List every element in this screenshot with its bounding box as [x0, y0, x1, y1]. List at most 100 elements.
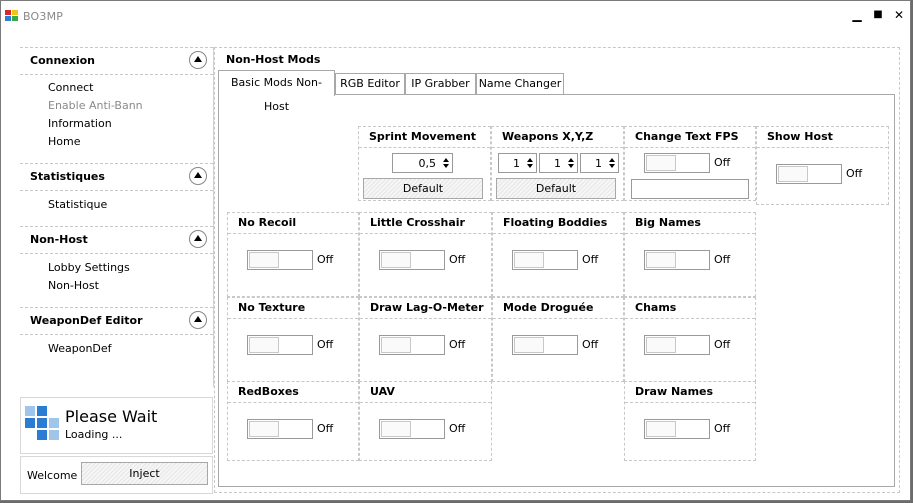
- chams-toggle[interactable]: [644, 335, 710, 355]
- section-connexion[interactable]: Connexion: [20, 47, 213, 75]
- tab-page-basic-mods: Sprint Movement 0,5 Default Weapons X,Y,…: [218, 94, 895, 487]
- collapse-icon[interactable]: [189, 167, 207, 185]
- maximize-button[interactable]: ■: [870, 7, 886, 23]
- group-title: Draw Names: [635, 385, 714, 398]
- group-title: Weapons X,Y,Z: [502, 130, 594, 143]
- tab-name-changer[interactable]: Name Changer: [476, 73, 564, 95]
- sidebar-item-weapondef[interactable]: WeaponDef: [48, 342, 112, 355]
- panel-header: Non-Host Mods: [226, 53, 321, 66]
- toggle-state: Off: [317, 422, 334, 435]
- show-host-toggle[interactable]: [776, 164, 842, 184]
- window-title: BO3MP: [23, 10, 64, 23]
- collapse-icon[interactable]: [189, 230, 207, 248]
- draw-names-group: Draw Names Off: [624, 381, 756, 461]
- mode-droguee-toggle[interactable]: [512, 335, 578, 355]
- sidebar: Connexion Connect Enable Anti-Bann Infor…: [20, 47, 214, 387]
- down-arrow-icon[interactable]: [609, 164, 615, 168]
- no-texture-toggle[interactable]: [247, 335, 313, 355]
- welcome-bar: Welcome : Inject: [20, 456, 213, 494]
- sidebar-item-statistique[interactable]: Statistique: [48, 198, 107, 211]
- toggle-state: Off: [714, 422, 731, 435]
- group-title: No Texture: [238, 301, 306, 314]
- close-button[interactable]: ✕: [891, 7, 907, 23]
- up-arrow-icon[interactable]: [568, 158, 574, 162]
- uav-group: UAV Off: [359, 381, 492, 461]
- change-text-fps-toggle[interactable]: [644, 153, 710, 173]
- no-recoil-toggle[interactable]: [247, 250, 313, 270]
- loading-icon: [25, 406, 59, 440]
- little-crosshair-toggle[interactable]: [379, 250, 445, 270]
- tab-basic-mods-non-host[interactable]: Basic Mods Non-Host: [218, 70, 335, 113]
- stepper-value: 1: [554, 157, 561, 170]
- sidebar-item-non-host[interactable]: Non-Host: [48, 279, 99, 292]
- toggle-state: Off: [582, 338, 599, 351]
- fps-text-input[interactable]: [631, 179, 749, 199]
- title-bar: BO3MP ▁ ■ ✕: [1, 1, 910, 31]
- down-arrow-icon[interactable]: [443, 164, 449, 168]
- toggle-state: Off: [317, 338, 334, 351]
- group-title: Chams: [635, 301, 677, 314]
- toggle-state: Off: [582, 253, 599, 266]
- section-title: Connexion: [30, 54, 96, 67]
- little-crosshair-group: Little Crosshair Off: [359, 212, 492, 297]
- section-non-host[interactable]: Non-Host: [20, 226, 213, 254]
- group-title: Change Text FPS: [635, 130, 739, 143]
- main-panel: Non-Host Mods Basic Mods Non-Host RGB Ed…: [214, 47, 900, 493]
- down-arrow-icon[interactable]: [527, 164, 533, 168]
- group-title: Mode Droguée: [503, 301, 594, 314]
- sidebar-item-lobby-settings[interactable]: Lobby Settings: [48, 261, 130, 274]
- redboxes-group: RedBoxes Off: [227, 381, 359, 461]
- toggle-state: Off: [714, 156, 731, 169]
- up-arrow-icon[interactable]: [609, 158, 615, 162]
- sprint-default-button[interactable]: Default: [363, 178, 483, 199]
- weapon-z-stepper[interactable]: 1: [580, 153, 619, 173]
- sprint-movement-stepper[interactable]: 0,5: [392, 153, 453, 173]
- chams-group: Chams Off: [624, 297, 756, 382]
- weapons-default-button[interactable]: Default: [496, 178, 616, 199]
- section-title: Non-Host: [30, 233, 88, 246]
- draw-lag-o-meter-toggle[interactable]: [379, 335, 445, 355]
- tab-rgb-editor[interactable]: RGB Editor: [335, 73, 405, 95]
- big-names-group: Big Names Off: [624, 212, 756, 297]
- group-title: No Recoil: [238, 216, 297, 229]
- toggle-state: Off: [714, 338, 731, 351]
- welcome-label: Welcome :: [27, 469, 85, 482]
- uav-toggle[interactable]: [379, 419, 445, 439]
- stepper-value: 1: [595, 157, 602, 170]
- group-title: Floating Boddies: [503, 216, 608, 229]
- group-title: Big Names: [635, 216, 701, 229]
- tab-ip-grabber[interactable]: IP Grabber: [405, 73, 476, 95]
- group-title: UAV: [370, 385, 395, 398]
- group-title: Sprint Movement: [369, 130, 477, 143]
- section-weapondef-editor[interactable]: WeaponDef Editor: [20, 307, 213, 335]
- section-title: Statistiques: [30, 170, 105, 183]
- sidebar-item-information[interactable]: Information: [48, 117, 112, 130]
- section-statistiques[interactable]: Statistiques: [20, 163, 213, 191]
- toggle-state: Off: [317, 253, 334, 266]
- app-window: BO3MP ▁ ■ ✕ Connexion Connect Enable Ant…: [0, 0, 911, 501]
- big-names-toggle[interactable]: [644, 250, 710, 270]
- up-arrow-icon[interactable]: [527, 158, 533, 162]
- stepper-value: 1: [513, 157, 520, 170]
- floating-bodies-toggle[interactable]: [512, 250, 578, 270]
- group-title: Draw Lag-O-Meter: [370, 301, 484, 314]
- no-texture-group: No Texture Off: [227, 297, 359, 382]
- sidebar-item-home[interactable]: Home: [48, 135, 80, 148]
- minimize-button[interactable]: ▁: [849, 7, 865, 23]
- group-title: Show Host: [767, 130, 833, 143]
- up-arrow-icon[interactable]: [443, 158, 449, 162]
- draw-names-toggle[interactable]: [644, 419, 710, 439]
- app-icon: [5, 10, 19, 23]
- weapon-x-stepper[interactable]: 1: [498, 153, 537, 173]
- collapse-icon[interactable]: [189, 311, 207, 329]
- weapon-y-stepper[interactable]: 1: [539, 153, 578, 173]
- section-title: WeaponDef Editor: [30, 314, 143, 327]
- inject-button[interactable]: Inject: [81, 462, 208, 485]
- down-arrow-icon[interactable]: [568, 164, 574, 168]
- sidebar-item-connect[interactable]: Connect: [48, 81, 93, 94]
- redboxes-toggle[interactable]: [247, 419, 313, 439]
- change-text-fps-group: Change Text FPS Off: [624, 126, 756, 201]
- show-host-group: Show Host Off: [756, 126, 889, 205]
- collapse-icon[interactable]: [189, 51, 207, 69]
- group-title: RedBoxes: [238, 385, 299, 398]
